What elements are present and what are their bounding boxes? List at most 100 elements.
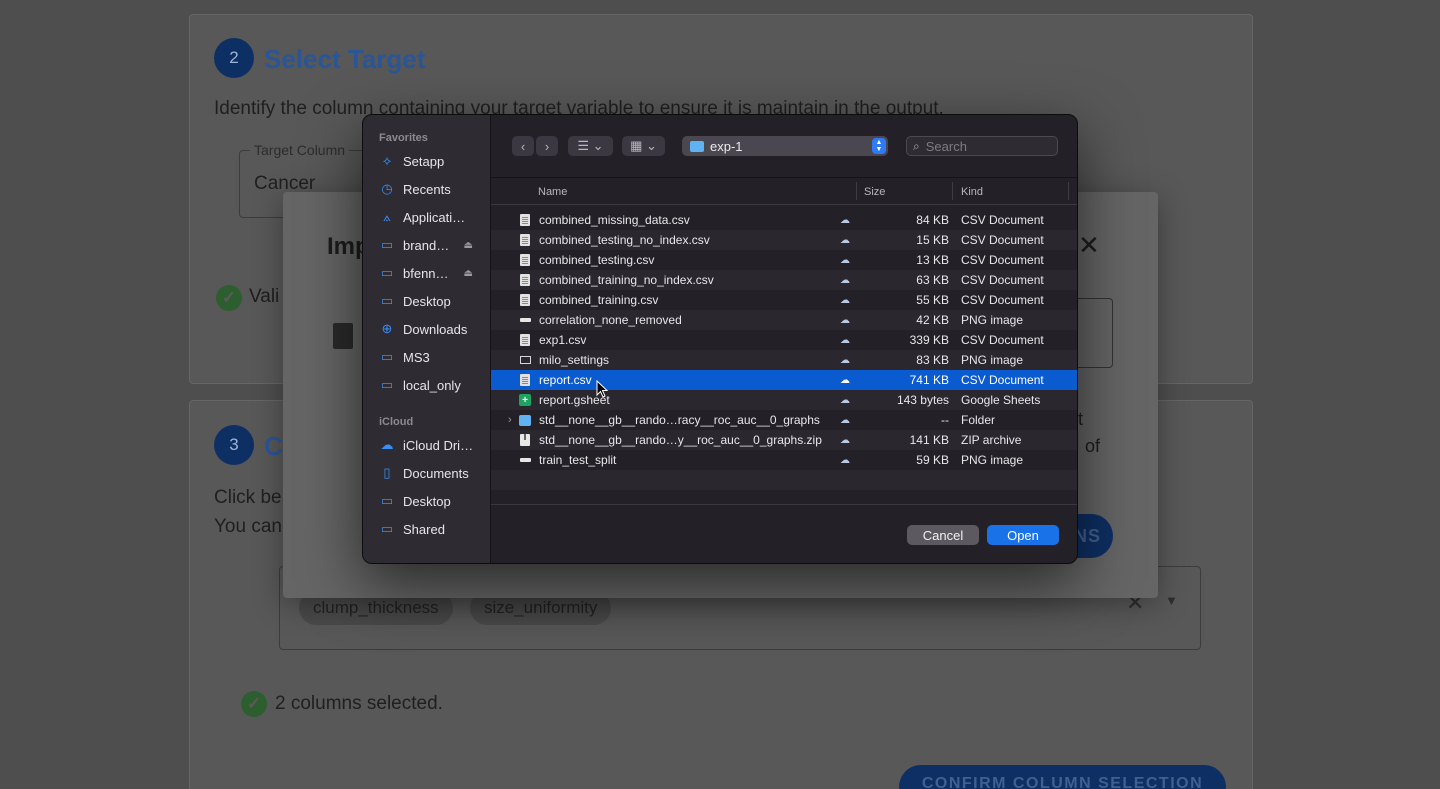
document-file-icon (519, 274, 531, 287)
sidebar-item-documents[interactable]: ▯ Documents (379, 462, 489, 484)
google-sheets-icon: + (519, 394, 531, 407)
shared-folder-icon: ▭ (380, 521, 394, 536)
file-icon (333, 323, 353, 349)
zip-file-icon (519, 434, 531, 447)
disclosure-triangle-icon[interactable]: › (508, 414, 512, 426)
file-size: 143 bytes (896, 393, 949, 407)
search-placeholder: Search (925, 138, 967, 154)
column-divider[interactable] (952, 182, 953, 200)
applications-icon: ⟑ (383, 209, 391, 224)
sidebar-item-shared[interactable]: ▭ Shared (379, 518, 489, 540)
sidebar-item-icloud-desktop[interactable]: ▭ Desktop (379, 490, 489, 512)
sidebar-item-bfenn-share[interactable]: ▭ bfenn… ⏏ (379, 262, 489, 284)
file-row[interactable]: exp1.csv ☁ 339 KB CSV Document (491, 330, 1077, 350)
desktop-icon: ▭ (380, 293, 394, 308)
eject-icon[interactable]: ⏏ (464, 268, 473, 279)
column-header-size[interactable]: Size (864, 186, 885, 198)
image-file-icon (519, 454, 531, 467)
close-modal-icon[interactable]: ✕ (1078, 230, 1100, 261)
eject-icon[interactable]: ⏏ (464, 240, 473, 251)
list-view-button[interactable]: ☰ ⌄ (568, 136, 613, 156)
sidebar-item-icloud-drive[interactable]: ☁ iCloud Dri… (379, 434, 489, 456)
file-row-selected[interactable]: report.csv ☁ 741 KB CSV Document (491, 370, 1077, 390)
back-button[interactable]: ‹ (512, 136, 534, 156)
dropdown-arrow-icon[interactable]: ▼ (1165, 593, 1178, 608)
file-kind: CSV Document (961, 213, 1044, 227)
file-name: combined_testing.csv (539, 253, 655, 267)
column-divider[interactable] (856, 182, 857, 200)
confirm-column-selection-button[interactable]: CONFIRM COLUMN SELECTION (899, 765, 1226, 789)
file-name: std__none__gb__rando…racy__roc_auc__0_gr… (539, 413, 820, 427)
sidebar-item-label: Downloads (403, 321, 468, 337)
modal-right-text-1: t (1078, 409, 1084, 429)
file-size: 15 KB (916, 233, 949, 247)
sidebar-item-recents[interactable]: ◷ Recents (379, 178, 489, 200)
column-header-kind[interactable]: Kind (961, 186, 983, 198)
network-folder-icon: ▭ (380, 265, 394, 280)
file-row[interactable]: + report.gsheet ☁ 143 bytes Google Sheet… (491, 390, 1077, 410)
file-row[interactable]: std__none__gb__rando…y__roc_auc__0_graph… (491, 430, 1077, 450)
validation-text: Vali (249, 286, 280, 307)
column-header-name[interactable]: Name (538, 186, 567, 198)
sidebar-item-label: MS3 (403, 349, 430, 365)
file-row[interactable]: correlation_none_removed ☁ 42 KB PNG ima… (491, 310, 1077, 330)
file-row[interactable]: train_test_split ☁ 59 KB PNG image (491, 450, 1077, 470)
sidebar-item-label: Applicati… (403, 209, 466, 225)
search-icon: ⌕ (913, 138, 920, 153)
sidebar-item-label: Recents (403, 181, 451, 197)
downloads-icon: ⊕ (381, 321, 393, 336)
sidebar-item-label: bfenn… (403, 265, 449, 281)
cloud-icon: ☁ (840, 354, 850, 366)
sidebar-item-downloads[interactable]: ⊕ Downloads (379, 318, 489, 340)
sidebar-item-brand-share[interactable]: ▭ brand… ⏏ (379, 234, 489, 256)
document-file-icon (519, 214, 531, 227)
cloud-icon: ☁ (840, 294, 850, 306)
document-icon: ▯ (383, 465, 391, 480)
file-kind: CSV Document (961, 373, 1044, 387)
file-kind: CSV Document (961, 253, 1044, 267)
cancel-button[interactable]: Cancel (907, 525, 979, 545)
file-size: 42 KB (916, 313, 949, 327)
file-row[interactable]: combined_training.csv ☁ 55 KB CSV Docume… (491, 290, 1077, 310)
file-kind: CSV Document (961, 293, 1044, 307)
sidebar-item-desktop[interactable]: ▭ Desktop (379, 290, 489, 312)
forward-button[interactable]: › (536, 136, 558, 156)
popup-stepper-icon: ▲ ▼ (872, 138, 886, 154)
file-size: 63 KB (916, 273, 949, 287)
file-row[interactable]: › std__none__gb__rando…racy__roc_auc__0_… (491, 410, 1077, 430)
sidebar-item-label: local_only (403, 377, 461, 393)
file-row[interactable]: combined_testing_no_index.csv ☁ 15 KB CS… (491, 230, 1077, 250)
chevron-left-icon: ‹ (520, 138, 526, 154)
icon-view-button[interactable]: ▦ ⌄ (622, 136, 665, 156)
file-name: correlation_none_removed (539, 313, 682, 327)
file-size: 339 KB (909, 333, 949, 347)
open-button[interactable]: Open (987, 525, 1059, 545)
dialog-footer-divider (491, 504, 1077, 505)
sidebar-item-label: Documents (403, 465, 469, 481)
file-row[interactable]: combined_testing.csv ☁ 13 KB CSV Documen… (491, 250, 1077, 270)
file-row[interactable]: milo_settings ☁ 83 KB PNG image (491, 350, 1077, 370)
cloud-icon: ☁ (840, 454, 850, 466)
icloud-section-label: iCloud (379, 416, 414, 428)
clock-icon: ◷ (381, 181, 393, 196)
empty-row (491, 470, 1077, 490)
file-size: -- (941, 413, 949, 427)
location-popup[interactable]: exp-1 ▲ ▼ (682, 136, 888, 156)
sidebar-item-applications[interactable]: ⟑ Applicati… (379, 206, 489, 228)
file-row[interactable]: combined_training_no_index.csv ☁ 63 KB C… (491, 270, 1077, 290)
file-list: combined_missing_data.csv ☁ 84 KB CSV Do… (491, 210, 1077, 490)
cloud-icon: ☁ (840, 434, 850, 446)
columns-selected-status: 2 columns selected. (275, 693, 443, 714)
folder-icon (519, 414, 531, 427)
document-file-icon (519, 374, 531, 387)
sidebar-item-local-only[interactable]: ▭ local_only (379, 374, 489, 396)
sidebar-item-ms3[interactable]: ▭ MS3 (379, 346, 489, 368)
file-row[interactable]: combined_missing_data.csv ☁ 84 KB CSV Do… (491, 210, 1077, 230)
file-kind: Folder (961, 413, 996, 427)
search-input[interactable]: ⌕ Search (906, 136, 1058, 156)
column-divider[interactable] (1068, 182, 1069, 200)
sidebar-item-setapp[interactable]: ⟡ Setapp (379, 150, 489, 172)
validation-check-icon: ✓ (216, 285, 242, 311)
grid-view-icon: ▦ ⌄ (630, 138, 657, 153)
sidebar-item-label: brand… (403, 237, 450, 253)
